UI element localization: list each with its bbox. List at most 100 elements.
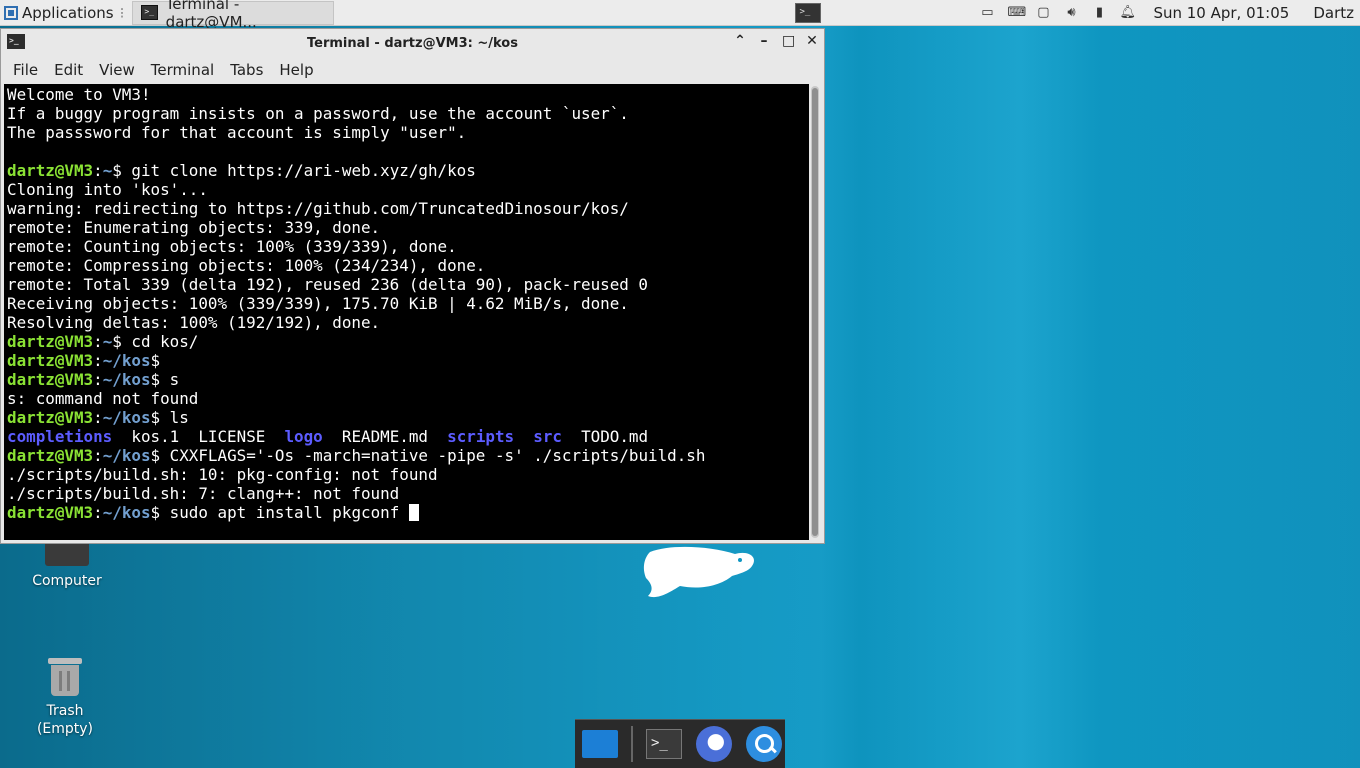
- applications-label: Applications: [22, 3, 114, 22]
- terminal-text: $ CXXFLAGS='-Os -march=native -pipe -s' …: [150, 446, 706, 465]
- terminal-line: s: command not found: [7, 389, 806, 408]
- user-menu[interactable]: Dartz: [1313, 4, 1354, 22]
- display-icon[interactable]: ▢: [1035, 5, 1051, 20]
- top-panel: Applications ⁝ >_ Terminal - dartz@VM...…: [0, 0, 1360, 31]
- terminal-text: $ cd kos/: [112, 332, 199, 351]
- terminal-text: dartz@VM3: [7, 332, 94, 351]
- desktop-icon-trash[interactable]: Trash (Empty): [15, 654, 115, 738]
- terminal-line: dartz@VM3:~/kos$: [7, 351, 806, 370]
- terminal-text: dartz@VM3: [7, 503, 94, 522]
- terminal-text: ~/kos: [102, 408, 151, 427]
- terminal-window[interactable]: >_ Terminal - dartz@VM3: ~/kos ⌃ – □ ✕ F…: [0, 28, 825, 544]
- terminal-icon: >_: [141, 5, 158, 20]
- terminal-text: :: [93, 161, 103, 180]
- battery-icon[interactable]: ▮: [1091, 5, 1107, 20]
- terminal-text: s: command not found: [7, 389, 199, 408]
- terminal-line: Resolving deltas: 100% (192/192), done.: [7, 313, 806, 332]
- terminal-line: dartz@VM3:~$ git clone https://ari-web.x…: [7, 161, 806, 180]
- terminal-icon: >_: [646, 729, 682, 759]
- terminal-text: remote: Compressing objects: 100% (234/2…: [7, 256, 486, 275]
- trash-status: (Empty): [36, 721, 94, 737]
- show-desktop-button[interactable]: [581, 725, 619, 763]
- dock-browser-button[interactable]: [695, 725, 733, 763]
- directory-entry: src: [533, 427, 562, 446]
- text-cursor: [408, 504, 419, 521]
- terminal-output[interactable]: Welcome to VM3! If a buggy program insist…: [4, 84, 809, 540]
- window-title: Terminal - dartz@VM3: ~/kos: [307, 35, 518, 51]
- dock-app-finder-button[interactable]: [745, 725, 783, 763]
- terminal-text: :: [93, 332, 103, 351]
- terminal-text: $ git clone https://ari-web.xyz/gh/kos: [112, 161, 476, 180]
- terminal-icon[interactable]: >_: [7, 34, 25, 49]
- terminal-text: remote: Counting objects: 100% (339/339)…: [7, 237, 457, 256]
- terminal-text: Resolving deltas: 100% (192/192), done.: [7, 313, 381, 332]
- panel-terminal-launcher[interactable]: >_: [795, 2, 822, 23]
- computer-label: Computer: [32, 573, 102, 589]
- terminal-text: $: [150, 351, 161, 370]
- trash-label: Trash: [46, 703, 84, 719]
- maximize-button[interactable]: □: [782, 33, 795, 49]
- terminal-text: Cloning into 'kos'...: [7, 180, 208, 199]
- terminal-text: ./scripts/build.sh: 7: clang++: not foun…: [7, 484, 400, 503]
- minimize-button[interactable]: –: [758, 33, 770, 49]
- terminal-text: remote: Total 339 (delta 192), reused 23…: [7, 275, 648, 294]
- terminal-text: dartz@VM3: [7, 351, 94, 370]
- terminal-line: ./scripts/build.sh: 7: clang++: not foun…: [7, 484, 806, 503]
- menu-tabs[interactable]: Tabs: [222, 61, 271, 79]
- terminal-line: remote: Counting objects: 100% (339/339)…: [7, 237, 806, 256]
- applications-menu-button[interactable]: Applications ⁝: [0, 0, 128, 26]
- terminal-text: If a buggy program insists on a password…: [7, 104, 629, 123]
- volume-icon[interactable]: 🔊︎: [1063, 5, 1079, 20]
- menu-edit[interactable]: Edit: [46, 61, 91, 79]
- keyboard-icon[interactable]: ⌨: [1007, 5, 1026, 20]
- taskbar-terminal-label: Terminal - dartz@VM...: [165, 0, 257, 31]
- terminal-line: Receiving objects: 100% (339/339), 175.7…: [7, 294, 806, 313]
- terminal-text: kos.1 LICENSE: [112, 427, 285, 446]
- menu-terminal[interactable]: Terminal: [143, 61, 222, 79]
- desktop-icon-computer[interactable]: Computer: [17, 536, 117, 590]
- terminal-text: README.md: [322, 427, 448, 446]
- dock-separator: [631, 726, 633, 762]
- terminal-line: The passsword for that account is simply…: [7, 123, 806, 142]
- directory-entry: logo: [284, 427, 323, 446]
- terminal-line: dartz@VM3:~/kos$ sudo apt install pkgcon…: [7, 503, 806, 522]
- menu-view[interactable]: View: [91, 61, 143, 79]
- terminal-text: The passsword for that account is simply…: [7, 123, 467, 142]
- notification-icon[interactable]: 🔔︎: [1119, 5, 1136, 20]
- terminal-line: dartz@VM3:~/kos$ CXXFLAGS='-Os -march=na…: [7, 446, 806, 465]
- terminal-text: dartz@VM3: [7, 370, 94, 389]
- terminal-text: dartz@VM3: [7, 408, 94, 427]
- directory-entry: scripts: [447, 427, 515, 446]
- terminal-line: Cloning into 'kos'...: [7, 180, 806, 199]
- menu-file[interactable]: File: [5, 61, 46, 79]
- dock-terminal-button[interactable]: >_: [645, 725, 683, 763]
- terminal-line: remote: Enumerating objects: 339, done.: [7, 218, 806, 237]
- terminal-line: completions kos.1 LICENSE logo README.md…: [7, 427, 806, 446]
- terminal-text: $ s: [150, 370, 180, 389]
- terminal-line: dartz@VM3:~$ cd kos/: [7, 332, 806, 351]
- terminal-text: ./scripts/build.sh: 10: pkg-config: not …: [7, 465, 438, 484]
- terminal-text: Welcome to VM3!: [7, 85, 151, 104]
- dock: >_: [575, 719, 785, 768]
- scrollbar[interactable]: [811, 86, 819, 538]
- network-icon[interactable]: ▭: [979, 5, 995, 20]
- terminal-text: :: [93, 446, 103, 465]
- terminal-text: :: [93, 370, 103, 389]
- terminal-text: dartz@VM3: [7, 446, 94, 465]
- web-browser-icon: [696, 726, 732, 762]
- terminal-text: :: [93, 408, 103, 427]
- clock[interactable]: Sun 10 Apr, 01:05: [1153, 4, 1289, 22]
- terminal-text: ~/kos: [102, 351, 151, 370]
- app-finder-icon: [746, 726, 782, 762]
- close-button[interactable]: ✕: [806, 33, 818, 49]
- window-title-bar[interactable]: >_ Terminal - dartz@VM3: ~/kos ⌃ – □ ✕: [1, 29, 824, 57]
- menu-help[interactable]: Help: [271, 61, 321, 79]
- terminal-line: remote: Total 339 (delta 192), reused 23…: [7, 275, 806, 294]
- scrollbar-thumb[interactable]: [812, 88, 818, 536]
- shade-button[interactable]: ⌃: [734, 33, 746, 49]
- terminal-text: :: [93, 503, 103, 522]
- taskbar-terminal-button[interactable]: >_ Terminal - dartz@VM...: [132, 0, 335, 31]
- terminal-text: ~/kos: [102, 503, 151, 522]
- terminal-line: warning: redirecting to https://github.c…: [7, 199, 806, 218]
